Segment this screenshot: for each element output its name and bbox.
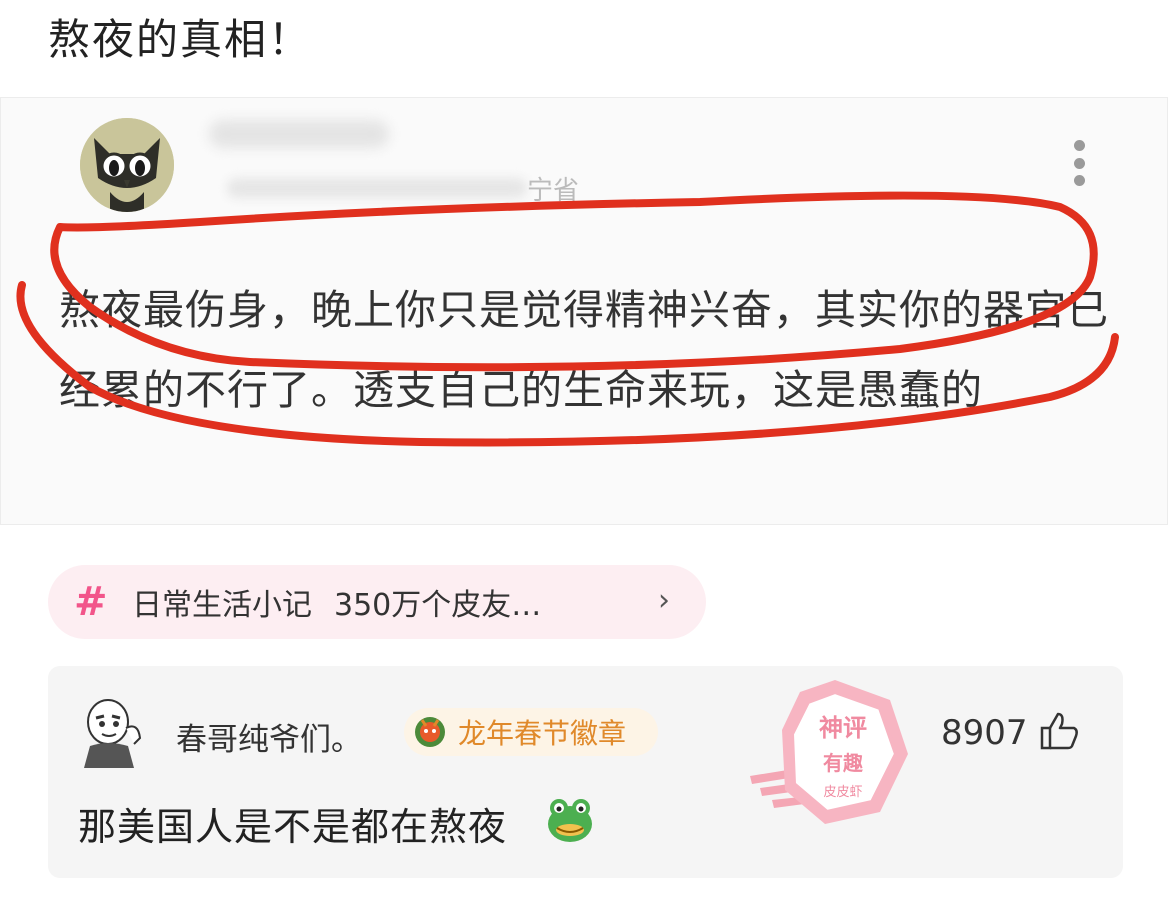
chevron-right-icon: › — [658, 583, 670, 618]
frog-emoji-icon — [548, 799, 592, 842]
svg-text:有趣: 有趣 — [823, 751, 864, 775]
blurred-meta — [227, 178, 527, 198]
thumbs-up-icon[interactable] — [1038, 710, 1080, 752]
embedded-screenshot[interactable]: 宁省 熬夜最伤身，晚上你只是觉得精神兴奋，其实你的器官已经累的不行了。透支自己的… — [0, 97, 1168, 525]
owl-avatar — [80, 118, 174, 212]
topic-member-count: 350万个皮友… — [334, 588, 542, 623]
commenter-avatar[interactable] — [78, 694, 148, 768]
like-count: 8907 — [941, 713, 1028, 753]
topic-tag[interactable]: # 日常生活小记 350万个皮友… › — [48, 565, 706, 639]
topic-name: 日常生活小记 — [132, 588, 312, 623]
quoted-post-text: 熬夜最伤身，晚上你只是觉得精神兴奋，其实你的器官已经累的不行了。透支自己的生命来… — [59, 286, 1109, 414]
shenping-stamp: 神评 有趣 皮皮虾 — [750, 680, 908, 824]
post-title: 熬夜的真相！ — [48, 15, 313, 64]
comment-text: 那美国人是不是都在熬夜 — [78, 805, 508, 849]
hash-icon: # — [74, 579, 108, 625]
dragon-badge-icon — [415, 717, 445, 747]
commenter-name[interactable]: 春哥纯爷们。 — [176, 714, 362, 759]
blurred-username — [209, 120, 389, 148]
svg-text:皮皮虾: 皮皮虾 — [823, 785, 862, 800]
hot-comment-card[interactable]: 春哥纯爷们。 龙年春节徽章 神评 有趣 皮皮虾 8907 那美国人是不是都在熬夜 — [48, 666, 1123, 878]
festival-badge[interactable]: 龙年春节徽章 — [404, 708, 658, 756]
more-icon — [1071, 140, 1087, 186]
svg-text:神评: 神评 — [819, 714, 867, 742]
location-text: 宁省 — [527, 176, 580, 206]
badge-label: 龙年春节徽章 — [458, 717, 627, 750]
